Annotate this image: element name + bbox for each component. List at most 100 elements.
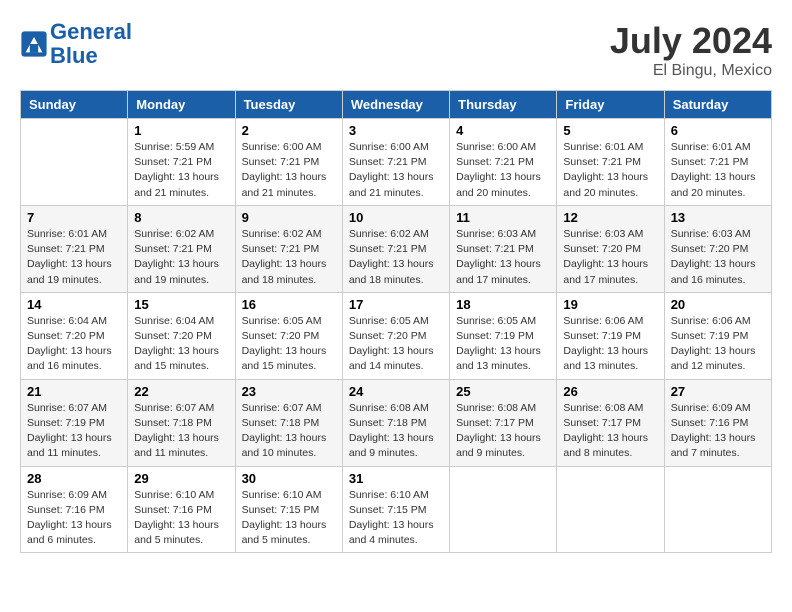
day-number: 22	[134, 384, 228, 399]
day-cell	[450, 466, 557, 553]
day-cell: 27 Sunrise: 6:09 AM Sunset: 7:16 PM Dayli…	[664, 379, 771, 466]
day-number: 31	[349, 471, 443, 486]
day-info: Sunrise: 6:02 AM Sunset: 7:21 PM Dayligh…	[134, 227, 228, 288]
day-cell: 28Sunrise: 6:09 AM Sunset: 7:16 PM Dayli…	[21, 466, 128, 553]
day-info: Sunrise: 6:00 AM Sunset: 7:21 PM Dayligh…	[349, 140, 443, 201]
day-number: 15	[134, 297, 228, 312]
day-cell: 19 Sunrise: 6:06 AM Sunset: 7:19 PM Dayli…	[557, 292, 664, 379]
day-cell: 13 Sunrise: 6:03 AM Sunset: 7:20 PM Dayli…	[664, 205, 771, 292]
day-cell: 29 Sunrise: 6:10 AM Sunset: 7:16 PM Dayli…	[128, 466, 235, 553]
day-number: 10	[349, 210, 443, 225]
week-row-2: 14 Sunrise: 6:04 AM Sunset: 7:20 PM Dayli…	[21, 292, 772, 379]
week-row-4: 28Sunrise: 6:09 AM Sunset: 7:16 PM Dayli…	[21, 466, 772, 553]
day-number: 14	[27, 297, 121, 312]
day-number: 2	[242, 123, 336, 138]
day-cell: 20 Sunrise: 6:06 AM Sunset: 7:19 PM Dayli…	[664, 292, 771, 379]
day-number: 27	[671, 384, 765, 399]
day-info: Sunrise: 6:10 AM Sunset: 7:15 PM Dayligh…	[349, 488, 443, 549]
day-number: 1	[134, 123, 228, 138]
day-info: Sunrise: 6:00 AM Sunset: 7:21 PM Dayligh…	[456, 140, 550, 201]
day-cell: 17Sunrise: 6:05 AM Sunset: 7:20 PM Dayli…	[342, 292, 449, 379]
day-info: Sunrise: 6:07 AM Sunset: 7:19 PM Dayligh…	[27, 401, 121, 462]
day-number: 25	[456, 384, 550, 399]
day-info: Sunrise: 6:10 AM Sunset: 7:16 PM Dayligh…	[134, 488, 228, 549]
header-cell-tuesday: Tuesday	[235, 91, 342, 119]
day-cell: 16Sunrise: 6:05 AM Sunset: 7:20 PM Dayli…	[235, 292, 342, 379]
header-cell-wednesday: Wednesday	[342, 91, 449, 119]
day-cell: 26Sunrise: 6:08 AM Sunset: 7:17 PM Dayli…	[557, 379, 664, 466]
day-cell: 7Sunrise: 6:01 AM Sunset: 7:21 PM Daylig…	[21, 205, 128, 292]
day-number: 5	[563, 123, 657, 138]
day-info: Sunrise: 6:08 AM Sunset: 7:18 PM Dayligh…	[349, 401, 443, 462]
day-number: 3	[349, 123, 443, 138]
day-number: 21	[27, 384, 121, 399]
day-cell: 3 Sunrise: 6:00 AM Sunset: 7:21 PM Daylig…	[342, 119, 449, 206]
logo-text: General Blue	[50, 20, 132, 68]
day-info: Sunrise: 6:07 AM Sunset: 7:18 PM Dayligh…	[134, 401, 228, 462]
day-info: Sunrise: 6:01 AM Sunset: 7:21 PM Dayligh…	[27, 227, 121, 288]
day-cell: 4 Sunrise: 6:00 AM Sunset: 7:21 PM Daylig…	[450, 119, 557, 206]
header-cell-sunday: Sunday	[21, 91, 128, 119]
day-number: 23	[242, 384, 336, 399]
day-number: 30	[242, 471, 336, 486]
header-cell-thursday: Thursday	[450, 91, 557, 119]
calendar-table: SundayMondayTuesdayWednesdayThursdayFrid…	[20, 90, 772, 553]
day-cell: 31 Sunrise: 6:10 AM Sunset: 7:15 PM Dayli…	[342, 466, 449, 553]
day-cell: 5 Sunrise: 6:01 AM Sunset: 7:21 PM Daylig…	[557, 119, 664, 206]
day-cell: 23 Sunrise: 6:07 AM Sunset: 7:18 PM Dayli…	[235, 379, 342, 466]
day-number: 20	[671, 297, 765, 312]
day-number: 17	[349, 297, 443, 312]
day-info: Sunrise: 5:59 AM Sunset: 7:21 PM Dayligh…	[134, 140, 228, 201]
day-info: Sunrise: 6:08 AM Sunset: 7:17 PM Dayligh…	[563, 401, 657, 462]
day-cell: 11Sunrise: 6:03 AM Sunset: 7:21 PM Dayli…	[450, 205, 557, 292]
day-number: 13	[671, 210, 765, 225]
week-row-3: 21 Sunrise: 6:07 AM Sunset: 7:19 PM Dayli…	[21, 379, 772, 466]
header-cell-friday: Friday	[557, 91, 664, 119]
day-info: Sunrise: 6:03 AM Sunset: 7:21 PM Dayligh…	[456, 227, 550, 288]
day-number: 29	[134, 471, 228, 486]
day-number: 16	[242, 297, 336, 312]
day-info: Sunrise: 6:08 AM Sunset: 7:17 PM Dayligh…	[456, 401, 550, 462]
logo-line2: Blue	[50, 43, 98, 68]
day-cell: 21 Sunrise: 6:07 AM Sunset: 7:19 PM Dayli…	[21, 379, 128, 466]
day-info: Sunrise: 6:09 AM Sunset: 7:16 PM Dayligh…	[671, 401, 765, 462]
day-info: Sunrise: 6:07 AM Sunset: 7:18 PM Dayligh…	[242, 401, 336, 462]
day-cell: 6Sunrise: 6:01 AM Sunset: 7:21 PM Daylig…	[664, 119, 771, 206]
logo-icon	[20, 30, 48, 58]
day-cell: 2 Sunrise: 6:00 AM Sunset: 7:21 PM Daylig…	[235, 119, 342, 206]
week-row-1: 7Sunrise: 6:01 AM Sunset: 7:21 PM Daylig…	[21, 205, 772, 292]
month-title: July 2024	[610, 20, 772, 62]
logo-line1: General	[50, 19, 132, 44]
header-row: SundayMondayTuesdayWednesdayThursdayFrid…	[21, 91, 772, 119]
day-cell: 25 Sunrise: 6:08 AM Sunset: 7:17 PM Dayli…	[450, 379, 557, 466]
day-cell: 30Sunrise: 6:10 AM Sunset: 7:15 PM Dayli…	[235, 466, 342, 553]
day-info: Sunrise: 6:01 AM Sunset: 7:21 PM Dayligh…	[563, 140, 657, 201]
day-number: 18	[456, 297, 550, 312]
day-info: Sunrise: 6:09 AM Sunset: 7:16 PM Dayligh…	[27, 488, 121, 549]
location: El Bingu, Mexico	[610, 62, 772, 80]
title-block: July 2024 El Bingu, Mexico	[610, 20, 772, 80]
day-info: Sunrise: 6:03 AM Sunset: 7:20 PM Dayligh…	[671, 227, 765, 288]
day-cell: 8Sunrise: 6:02 AM Sunset: 7:21 PM Daylig…	[128, 205, 235, 292]
day-cell: 1 Sunrise: 5:59 AM Sunset: 7:21 PM Daylig…	[128, 119, 235, 206]
day-cell: 14 Sunrise: 6:04 AM Sunset: 7:20 PM Dayli…	[21, 292, 128, 379]
day-info: Sunrise: 6:06 AM Sunset: 7:19 PM Dayligh…	[563, 314, 657, 375]
day-info: Sunrise: 6:06 AM Sunset: 7:19 PM Dayligh…	[671, 314, 765, 375]
day-cell: 24Sunrise: 6:08 AM Sunset: 7:18 PM Dayli…	[342, 379, 449, 466]
day-info: Sunrise: 6:04 AM Sunset: 7:20 PM Dayligh…	[27, 314, 121, 375]
day-cell	[21, 119, 128, 206]
week-row-0: 1 Sunrise: 5:59 AM Sunset: 7:21 PM Daylig…	[21, 119, 772, 206]
day-cell: 18 Sunrise: 6:05 AM Sunset: 7:19 PM Dayli…	[450, 292, 557, 379]
day-info: Sunrise: 6:04 AM Sunset: 7:20 PM Dayligh…	[134, 314, 228, 375]
day-info: Sunrise: 6:02 AM Sunset: 7:21 PM Dayligh…	[242, 227, 336, 288]
day-cell: 10Sunrise: 6:02 AM Sunset: 7:21 PM Dayli…	[342, 205, 449, 292]
day-cell	[664, 466, 771, 553]
day-number: 4	[456, 123, 550, 138]
day-number: 19	[563, 297, 657, 312]
page-header: General Blue July 2024 El Bingu, Mexico	[20, 20, 772, 80]
day-cell: 15 Sunrise: 6:04 AM Sunset: 7:20 PM Dayli…	[128, 292, 235, 379]
day-info: Sunrise: 6:05 AM Sunset: 7:19 PM Dayligh…	[456, 314, 550, 375]
day-cell: 12Sunrise: 6:03 AM Sunset: 7:20 PM Dayli…	[557, 205, 664, 292]
day-info: Sunrise: 6:00 AM Sunset: 7:21 PM Dayligh…	[242, 140, 336, 201]
header-cell-saturday: Saturday	[664, 91, 771, 119]
